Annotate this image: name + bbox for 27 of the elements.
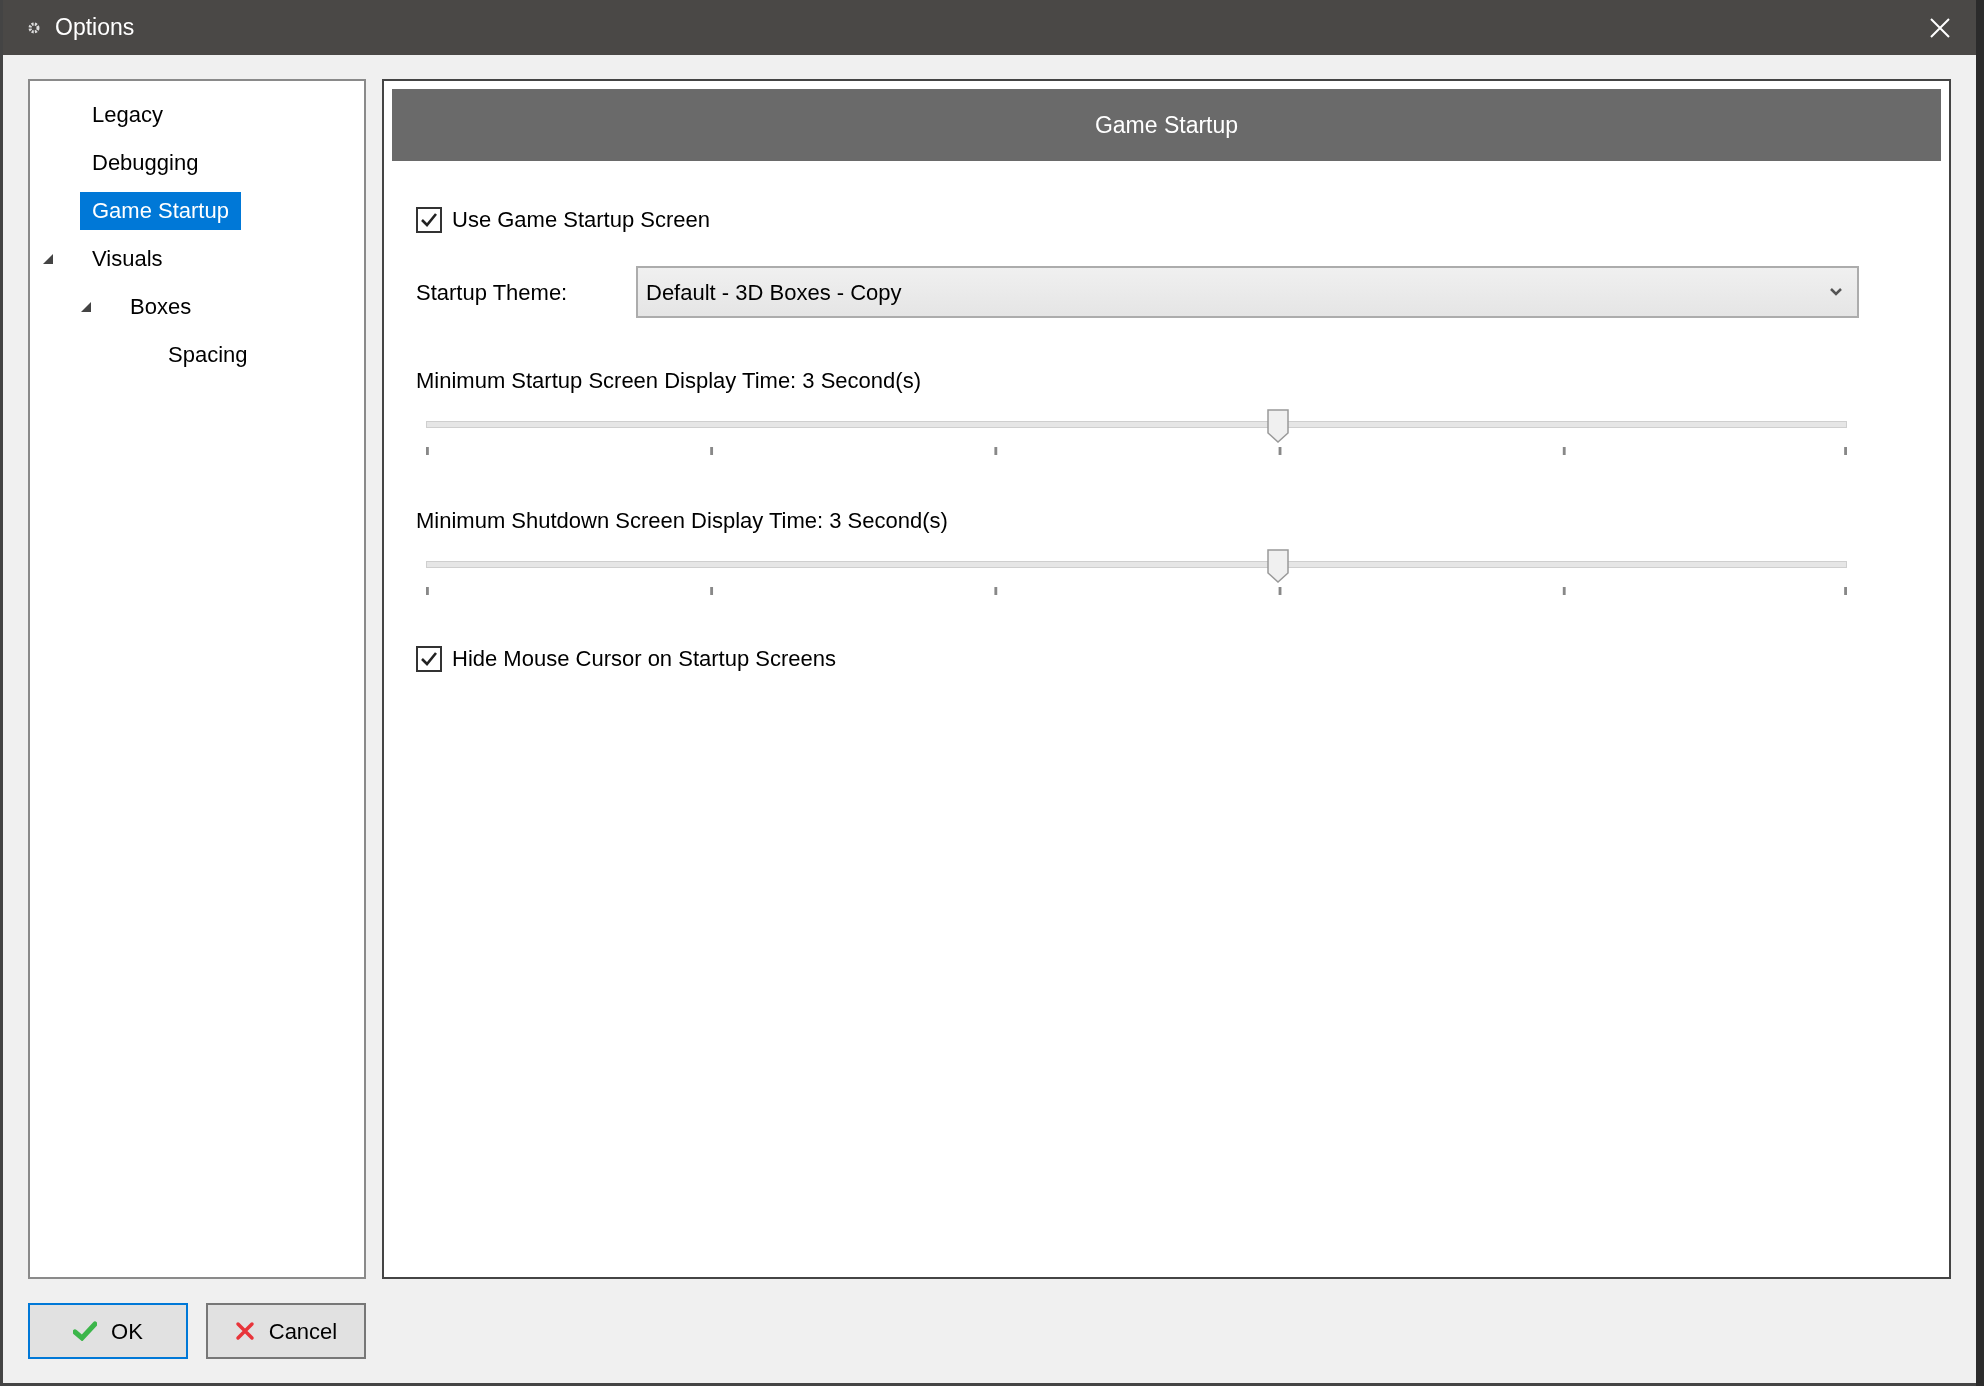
tree-item[interactable]: Visuals	[80, 240, 175, 278]
panel-header: Game Startup	[392, 89, 1941, 161]
gear-icon	[27, 20, 41, 35]
expanded-triangle-icon[interactable]	[80, 301, 92, 313]
checkbox[interactable]	[416, 645, 442, 672]
close-icon	[234, 1321, 255, 1341]
theme-dropdown[interactable]: Default - 3D Boxes - Copy	[636, 266, 1859, 318]
ok-button[interactable]: OK	[28, 1303, 188, 1359]
chevron-down-icon	[1829, 287, 1843, 297]
close-icon	[1929, 16, 1951, 39]
cancel-button[interactable]: Cancel	[206, 1303, 366, 1359]
field-label: Startup Theme:	[416, 278, 569, 307]
checkmark-icon	[73, 1321, 98, 1341]
slider-thumb[interactable]	[1267, 409, 1290, 443]
tree-item[interactable]: Debugging	[80, 144, 211, 182]
tree-item[interactable]: Boxes	[118, 288, 204, 326]
checkbox-label: Hide Mouse Cursor on Startup Screens	[452, 645, 836, 673]
expanded-triangle-icon[interactable]	[42, 253, 54, 265]
slider-thumb[interactable]	[1267, 549, 1290, 583]
window-title: Options	[55, 13, 135, 43]
tree-item[interactable]: Spacing	[156, 336, 260, 374]
slider-label: Minimum Startup Screen Display Time: 3 Second(s)	[416, 367, 922, 395]
tree-item[interactable]: Legacy	[80, 96, 175, 134]
slider-label: Minimum Shutdown Screen Display Time: 3 Second(s)	[416, 507, 949, 535]
checkbox[interactable]	[416, 206, 442, 233]
tree-item[interactable]: Game Startup	[80, 192, 241, 230]
checkbox-label: Use Game Startup Screen	[452, 206, 710, 234]
